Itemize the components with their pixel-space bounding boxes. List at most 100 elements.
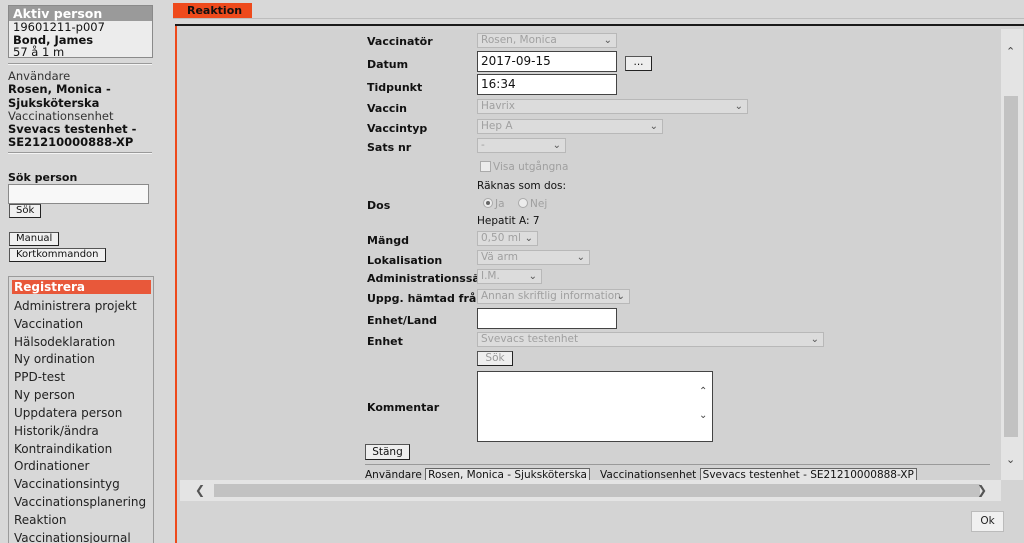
search-person-input[interactable] xyxy=(8,184,149,204)
active-person-header: Aktiv person xyxy=(9,6,152,21)
lokalisation-label: Lokalisation xyxy=(367,254,443,267)
shortcuts-button[interactable]: Kortkommandon xyxy=(9,248,106,262)
tidpunkt-input[interactable]: 16:34 xyxy=(477,74,617,95)
radio-icon[interactable] xyxy=(518,198,528,208)
vaccin-label: Vaccin xyxy=(367,102,407,115)
sats-select[interactable]: - ⌄ xyxy=(477,138,566,153)
reaction-dialog: Vaccinatör Rosen, Monica ⌄ Datum 2017-09… xyxy=(175,24,1024,543)
administration-label: Administrationssätt xyxy=(367,272,491,285)
nav-item-ny-ordination[interactable]: Ny ordination xyxy=(12,351,151,369)
administration-value: I.M. xyxy=(481,270,500,282)
tab-reaktion[interactable]: Reaktion xyxy=(173,3,252,18)
ok-button[interactable]: Ok xyxy=(971,511,1004,532)
sats-value: - xyxy=(481,139,485,151)
nav-item-kontraindikation[interactable]: Kontraindikation xyxy=(12,441,151,459)
unit-code: SE21210000888-XP xyxy=(8,135,134,150)
person-search: Sök person xyxy=(8,172,158,204)
mangd-value: 0,50 ml xyxy=(481,232,521,244)
footer-divider xyxy=(365,464,990,465)
chevron-down-icon: ⌄ xyxy=(649,121,658,132)
sidebar-divider xyxy=(8,152,152,154)
unit-country-input[interactable] xyxy=(477,308,617,329)
chevron-down-icon: ⌄ xyxy=(810,334,819,345)
vaccin-select[interactable]: Havrix ⌄ xyxy=(477,99,748,114)
datum-input[interactable]: 2017-09-15 xyxy=(477,51,617,72)
vaccinator-label: Vaccinatör xyxy=(367,35,433,48)
nav-item-vaccination[interactable]: Vaccination xyxy=(12,316,151,334)
tidpunkt-label: Tidpunkt xyxy=(367,81,423,94)
horizontal-scroll-thumb[interactable] xyxy=(214,484,980,497)
dose-yes-option[interactable]: Ja xyxy=(483,197,505,210)
unit-label: Vaccinationsenhet xyxy=(8,108,114,123)
dose-no-option[interactable]: Nej xyxy=(518,197,547,210)
lokalisation-value: Vä arm xyxy=(481,251,518,263)
source-select[interactable]: Annan skriftlig information ⌄ xyxy=(477,289,630,304)
horizontal-scrollbar[interactable]: ❮ ❯ xyxy=(180,480,1001,501)
mangd-select[interactable]: 0,50 ml ⌄ xyxy=(477,231,538,246)
user-info: Användare Rosen, Monica - Sjuksköterska … xyxy=(8,69,158,150)
show-expired-option[interactable]: Visa utgångna xyxy=(480,159,568,173)
scroll-down-icon[interactable]: ⌄ xyxy=(1006,453,1015,466)
vaccinator-select[interactable]: Rosen, Monica ⌄ xyxy=(477,33,617,48)
comment-scrollbar[interactable]: ⌃ ⌄ xyxy=(696,372,712,441)
date-picker-button[interactable]: ... xyxy=(625,56,652,71)
counts-as-dose-label: Räknas som dos: xyxy=(477,180,567,192)
nav-item-ppd-test[interactable]: PPD-test xyxy=(12,369,151,387)
nav-item-ny-person[interactable]: Ny person xyxy=(12,387,151,405)
nav-item-vaccinationsintyg[interactable]: Vaccinationsintyg xyxy=(12,476,151,494)
kommentar-label: Kommentar xyxy=(367,401,440,414)
chevron-down-icon: ⌄ xyxy=(616,291,625,302)
close-button[interactable]: Stäng xyxy=(365,444,410,460)
vertical-scroll-thumb[interactable] xyxy=(1004,96,1018,437)
nav-item-uppdatera-person[interactable]: Uppdatera person xyxy=(12,405,151,423)
enhet-value: Svevacs testenhet xyxy=(481,333,579,345)
chevron-down-icon: ⌄ xyxy=(528,271,537,282)
source-value: Annan skriftlig information xyxy=(481,290,621,302)
enhet-select[interactable]: Svevacs testenhet ⌄ xyxy=(477,332,824,347)
unit-country-label: Enhet/Land xyxy=(367,314,438,327)
vertical-scrollbar[interactable]: ⌃ ⌄ xyxy=(1001,29,1023,480)
scroll-left-icon[interactable]: ❮ xyxy=(195,483,205,497)
nav-item-administrera-projekt[interactable]: Administrera projekt xyxy=(12,298,151,316)
chevron-down-icon: ⌄ xyxy=(603,35,612,46)
active-person-panel: Aktiv person 19601211-p007 Bond, James 5… xyxy=(8,5,153,58)
nav-item-historik[interactable]: Historik/ändra xyxy=(12,423,151,441)
user-role: Sjuksköterska xyxy=(8,95,100,110)
nav-item-reaktion[interactable]: Reaktion xyxy=(12,512,151,530)
sidebar-divider xyxy=(8,63,152,65)
dos-label: Dos xyxy=(367,199,391,212)
checkbox-icon[interactable] xyxy=(480,161,491,172)
user-label: Användare xyxy=(8,69,71,83)
sidebar: Aktiv person 19601211-p007 Bond, James 5… xyxy=(0,0,160,543)
source-label: Uppg. hämtad från xyxy=(367,292,485,305)
vaccintyp-label: Vaccintyp xyxy=(367,122,428,135)
nav-item-ordinationer[interactable]: Ordinationer xyxy=(12,458,151,476)
sats-label: Sats nr xyxy=(367,141,412,154)
chevron-down-icon: ⌄ xyxy=(524,233,533,244)
scroll-down-icon[interactable]: ⌄ xyxy=(699,410,707,421)
user-name: Rosen, Monica - xyxy=(8,82,111,97)
nav-item-vaccinationsjournal[interactable]: Vaccinationsjournal xyxy=(12,530,151,543)
vaccintyp-select[interactable]: Hep A ⌄ xyxy=(477,119,663,134)
vaccinator-value: Rosen, Monica xyxy=(481,34,557,46)
scroll-up-icon[interactable]: ⌃ xyxy=(699,386,707,397)
chevron-down-icon: ⌄ xyxy=(552,140,561,151)
manual-button[interactable]: Manual xyxy=(9,232,60,246)
scroll-right-icon[interactable]: ❯ xyxy=(977,483,987,497)
nav-item-halsodeklaration[interactable]: Hälsodeklaration xyxy=(12,334,151,352)
enhet-search-button[interactable]: Sök xyxy=(477,351,513,366)
chevron-down-icon: ⌄ xyxy=(734,101,743,112)
radio-selected-icon[interactable] xyxy=(483,198,493,208)
person-id: 19601211-p007 xyxy=(13,20,105,34)
lokalisation-select[interactable]: Vä arm ⌄ xyxy=(477,250,590,265)
scroll-up-icon[interactable]: ⌃ xyxy=(1006,45,1015,58)
search-person-button[interactable]: Sök xyxy=(9,204,42,218)
administration-select[interactable]: I.M. ⌄ xyxy=(477,269,542,284)
nav-item-registrera[interactable]: Registrera xyxy=(12,280,151,294)
mangd-label: Mängd xyxy=(367,234,409,247)
comment-textarea[interactable]: ⌃ ⌄ xyxy=(477,371,713,442)
person-age: 57 å 1 m xyxy=(13,45,65,59)
main-nav: Registrera Administrera projekt Vaccinat… xyxy=(8,276,154,543)
nav-item-vaccinationsplanering[interactable]: Vaccinationsplanering xyxy=(12,494,151,512)
vaccin-value: Havrix xyxy=(481,100,515,112)
